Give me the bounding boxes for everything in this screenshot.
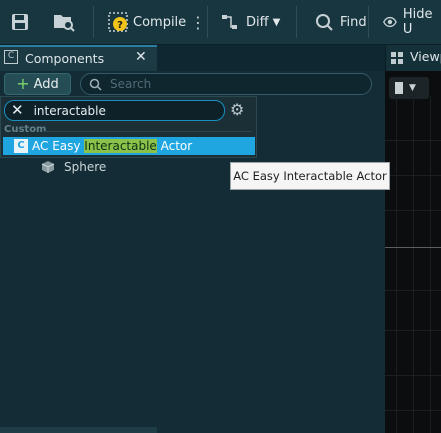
hide-label: Hide U [402, 7, 433, 37]
horizontal-scrollbar[interactable] [0, 427, 157, 433]
component-search[interactable] [80, 73, 372, 95]
components-tab-title: Components [25, 51, 105, 66]
save-icon [12, 14, 28, 30]
clear-icon[interactable]: ✕ [11, 103, 24, 118]
category-divider [44, 131, 252, 132]
viewport-icon [391, 52, 403, 64]
viewport-tab-title: Viewp [410, 49, 441, 64]
grid-line [385, 175, 441, 176]
toolbar-separator [296, 6, 297, 38]
grid-line [396, 96, 397, 433]
toolbar-separator [93, 6, 94, 38]
hide-icon [383, 16, 397, 28]
grid-line [413, 96, 414, 433]
diff-button[interactable]: Diff ▼ [220, 6, 280, 38]
plus-icon: + [16, 74, 30, 93]
save-button[interactable] [10, 6, 30, 38]
tab-viewport[interactable]: Viewp [385, 45, 441, 71]
tooltip: AC Easy Interactable Actor [230, 162, 390, 190]
compile-warning-icon: ? [108, 12, 128, 32]
result-label: AC Easy Interactable Actor [32, 139, 192, 153]
diff-label: Diff [246, 14, 269, 30]
result-label-match: Interactable [84, 139, 157, 153]
result-label-suffix: Actor [156, 139, 193, 153]
toolbar-separator [368, 6, 369, 38]
static-mesh-icon [41, 161, 55, 173]
tab-strip [157, 45, 385, 71]
grid-line [385, 210, 441, 211]
browse-button[interactable] [52, 6, 76, 38]
component-icon: C [4, 50, 18, 64]
compile-label: Compile [133, 14, 187, 30]
find-label: Find [340, 14, 367, 30]
find-icon [316, 14, 333, 31]
grid-line [430, 96, 431, 433]
tree-item-label: Sphere [64, 160, 107, 174]
main-toolbar: ? Compile ⋮ Diff ▼ Find Hide U [0, 0, 441, 45]
folder-search-icon [54, 15, 75, 32]
chevron-down-icon: ▼ [272, 16, 281, 28]
search-input[interactable] [108, 76, 352, 92]
add-label: Add [33, 76, 59, 92]
tree-item-sphere[interactable]: Sphere [40, 158, 106, 176]
filter-input[interactable] [31, 102, 216, 119]
bookmark-icon [395, 82, 403, 94]
class-icon: C [14, 139, 28, 153]
settings-gear-icon[interactable]: ⚙ [230, 101, 244, 119]
category-label: Custom [4, 124, 47, 135]
compile-button[interactable]: ? Compile [108, 6, 186, 38]
find-button[interactable]: Find [314, 6, 367, 38]
toolbar-separator [207, 6, 208, 38]
close-icon[interactable]: ✕ [135, 49, 147, 65]
chevron-down-icon: ▼ [409, 83, 416, 93]
hide-unrelated-button[interactable]: Hide U [382, 6, 441, 38]
grid-line [385, 290, 441, 291]
diff-icon [222, 15, 237, 29]
grid-line [385, 330, 441, 331]
filter-field[interactable]: ✕ [4, 100, 225, 121]
grid-line [385, 140, 441, 141]
grid-axis-line [385, 247, 441, 248]
add-component-button[interactable]: + Add [4, 73, 71, 95]
tab-components[interactable]: C Components ✕ [0, 45, 157, 71]
svg-text:?: ? [117, 20, 123, 31]
result-label-prefix: AC Easy [32, 139, 85, 153]
grid-line [385, 410, 441, 411]
search-icon [89, 78, 102, 91]
viewport-options-button[interactable]: ▼ [389, 77, 429, 99]
grid-line [385, 375, 441, 376]
compile-options-icon[interactable]: ⋮ [190, 6, 206, 38]
